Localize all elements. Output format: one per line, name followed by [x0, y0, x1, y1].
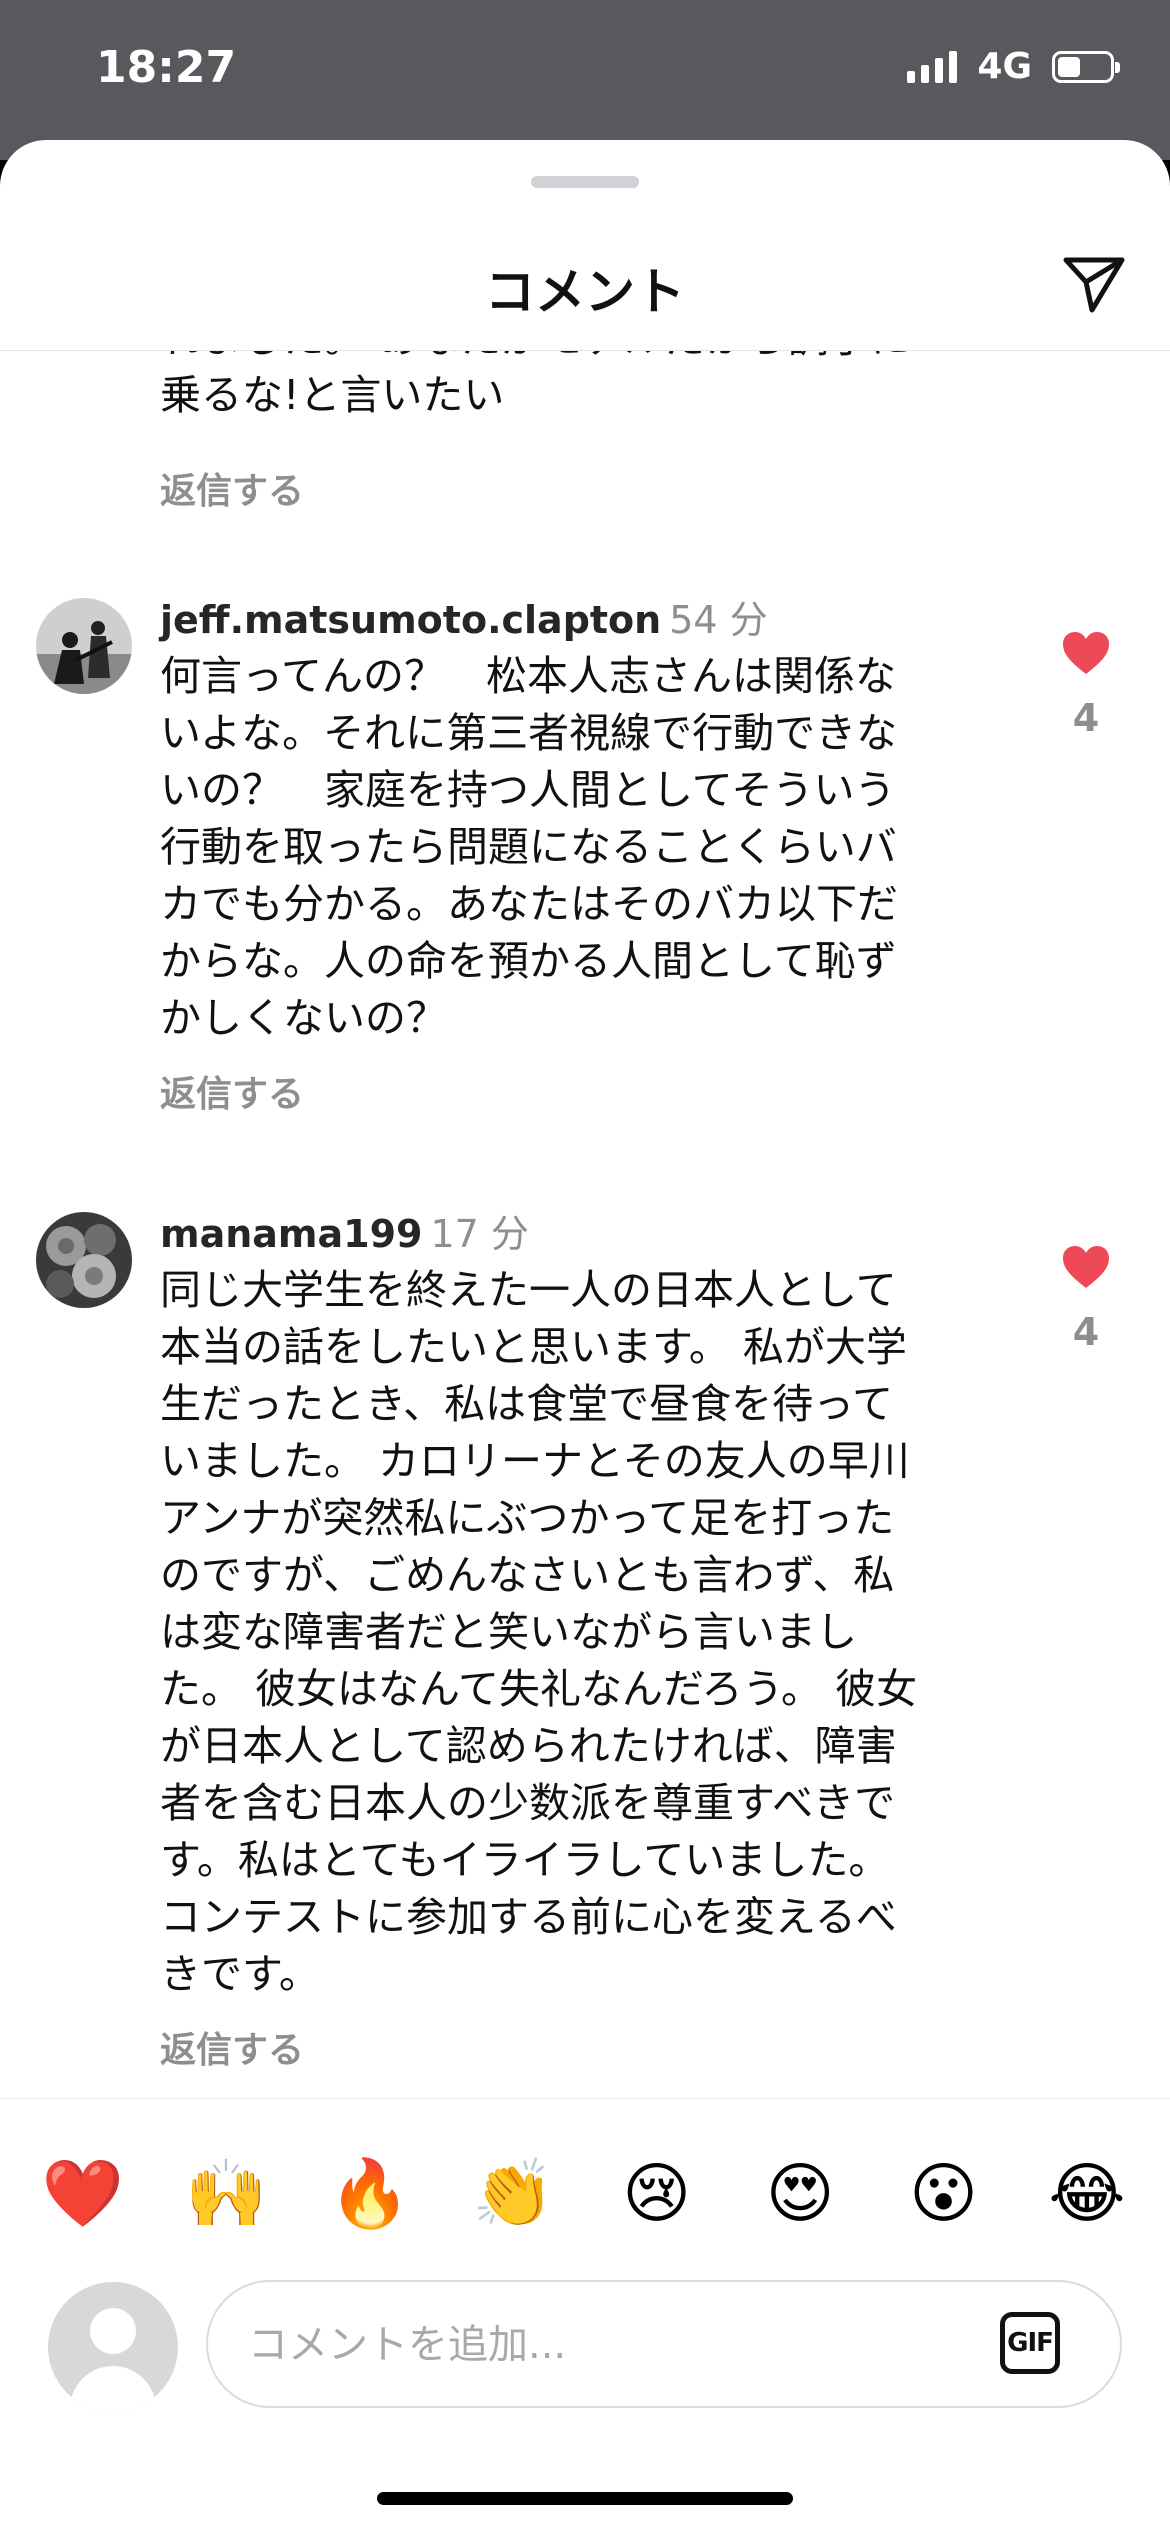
heart-filled-icon[interactable] [1061, 1244, 1111, 1290]
comment-list[interactable]: れました。 あなたがモデルだから調子に 乗るな!と言いたい 返信する jeff.… [0, 350, 1170, 2090]
status-bar: 18:27 4G [0, 0, 1170, 160]
heart-filled-icon[interactable] [1061, 630, 1111, 676]
home-indicator [377, 2492, 793, 2505]
comment-text: 何言ってんの？ 松本人志さんは関係な いよな。それに第三者視線で行動できな いの… [160, 652, 898, 1042]
network-label: 4G [977, 46, 1032, 87]
tears-of-joy-emoji-button[interactable]: 😂 [1042, 2160, 1132, 2227]
status-time: 18:27 [96, 42, 237, 93]
crying-face-emoji-button[interactable]: 😢 [612, 2160, 702, 2227]
like-count: 4 [1072, 696, 1100, 740]
like-button[interactable]: 4 [1050, 630, 1122, 740]
battery-icon [1052, 50, 1120, 83]
comment-header: manama199 17 分 [160, 1210, 990, 1258]
user-avatar-placeholder-icon [48, 2282, 178, 2412]
comment-body: manama199 17 分 同じ大学生を終えた一人の日本人として 本当の話をした… [160, 1210, 990, 2073]
avatar[interactable] [36, 598, 132, 694]
clapping-hands-emoji-button[interactable]: 👏 [468, 2160, 558, 2227]
gif-button[interactable]: GIF [1000, 2312, 1060, 2374]
comment-input[interactable] [246, 2282, 950, 2408]
comment-username[interactable]: jeff.matsumoto.clapton [160, 598, 661, 642]
send-icon[interactable] [1058, 246, 1130, 318]
like-button[interactable]: 4 [1050, 1244, 1122, 1354]
reply-button[interactable]: 返信する [160, 2021, 304, 2073]
comment-time: 54 分 [669, 598, 768, 642]
emoji-reaction-bar: ❤️ 🙌 🔥 👏 😢 😍 😮 😂 [0, 2098, 1170, 2288]
comment-username[interactable]: manama199 [160, 1212, 423, 1256]
reply-button[interactable]: 返信する [160, 1065, 304, 1117]
comment-text: 同じ大学生を終えた一人の日本人として 本当の話をしたいと思います。 私が大学 生… [160, 1266, 918, 1998]
previous-comment-text: れました。 あなたがモデルだから調子に 乗るな!と言いたい [160, 350, 911, 419]
status-icons: 4G [907, 46, 1120, 87]
sheet-grabber[interactable] [531, 176, 639, 188]
comment-time: 17 分 [430, 1212, 529, 1256]
comment-input-box[interactable]: GIF [206, 2280, 1122, 2408]
heart-eyes-emoji-button[interactable]: 😍 [755, 2160, 845, 2227]
avatar[interactable] [36, 1212, 132, 1308]
page-title: コメント [485, 263, 685, 321]
signal-icon [907, 50, 958, 83]
previous-reply-button[interactable]: 返信する [160, 462, 304, 514]
comment-header: jeff.matsumoto.clapton 54 分 [160, 596, 990, 644]
comment-composer: GIF [0, 2268, 1170, 2412]
like-count: 4 [1072, 1310, 1100, 1354]
sheet-header: コメント [0, 200, 1170, 351]
heart-emoji-button[interactable]: ❤️ [38, 2160, 128, 2227]
fire-emoji-button[interactable]: 🔥 [325, 2160, 415, 2227]
comments-sheet: れました。 あなたがモデルだから調子に 乗るな!と言いたい 返信する jeff.… [0, 140, 1170, 2532]
surprised-face-emoji-button[interactable]: 😮 [899, 2160, 989, 2227]
comment-body: jeff.matsumoto.clapton 54 分 何言ってんの？ 松本人志さ… [160, 596, 990, 1117]
raising-hands-emoji-button[interactable]: 🙌 [181, 2160, 271, 2227]
